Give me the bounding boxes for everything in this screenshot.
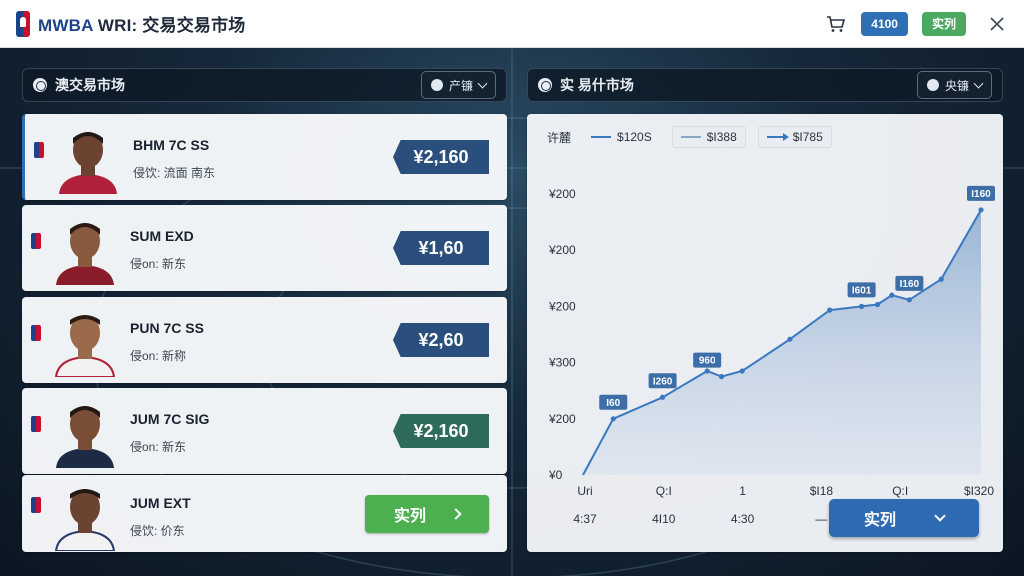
player-name: PUN 7C SS	[130, 320, 204, 336]
chevron-down-icon	[934, 510, 946, 522]
left-panel-header: 澳交易市场 产镰	[22, 68, 507, 102]
player-avatar	[50, 396, 120, 468]
basketball-icon	[538, 78, 552, 92]
player-avatar	[50, 305, 120, 377]
data-label: I601	[852, 285, 872, 296]
left-panel-title: 澳交易市场	[55, 77, 125, 93]
data-label: I160	[971, 189, 991, 200]
data-point	[874, 301, 881, 308]
left-filter-label: 产镰	[448, 78, 473, 93]
player-name: JUM 7C SIG	[130, 411, 210, 427]
player-name: SUM EXD	[130, 228, 194, 244]
close-icon[interactable]	[986, 13, 1008, 35]
right-panel-header: 实 易什市场 央镰	[527, 68, 1003, 102]
right-filter-label: 央镰	[944, 78, 969, 93]
x-tick-label: $I320	[964, 484, 994, 498]
player-name: JUM EXT	[130, 495, 191, 511]
price-tag[interactable]: ¥2,160	[393, 414, 489, 448]
data-point	[827, 307, 833, 313]
y-tick-label: ¥300	[548, 356, 576, 370]
player-card[interactable]: JUM EXT 侵饮: 价东 实列	[22, 475, 507, 552]
player-avatar	[50, 213, 120, 285]
x-tick-label: 4:37	[573, 512, 597, 526]
y-tick-label: ¥200	[548, 299, 576, 313]
basketball-icon	[33, 78, 47, 92]
right-filter-dropdown[interactable]: 央镰	[916, 71, 992, 99]
player-name: BHM 7C SS	[133, 137, 210, 153]
team-logo-icon	[34, 142, 44, 158]
buy-button[interactable]: 实列	[365, 495, 489, 533]
cart-icon[interactable]	[825, 13, 847, 35]
data-label: I260	[653, 376, 673, 387]
data-point	[978, 207, 984, 213]
player-card[interactable]: JUM 7C SIG 侵on: 新东 ¥2,160	[22, 388, 507, 474]
price-tag[interactable]: ¥2,160	[393, 140, 489, 174]
price-tag[interactable]: ¥1,60	[393, 231, 489, 265]
team-logo-icon	[31, 325, 41, 341]
data-point	[938, 276, 944, 282]
player-avatar	[53, 122, 123, 194]
x-tick-label: 4:30	[731, 512, 755, 526]
data-point	[889, 292, 895, 298]
series-area	[583, 209, 981, 475]
price-tag[interactable]: ¥2,60	[393, 323, 489, 357]
data-point	[610, 416, 616, 422]
data-point	[906, 297, 912, 303]
data-label: I160	[900, 279, 920, 290]
y-tick-label: ¥0	[548, 468, 563, 482]
header-action-button[interactable]: 实列	[921, 11, 966, 36]
market-action-label: 实列	[863, 512, 896, 529]
app-title: MWBA WRI: 交易交易市场	[38, 11, 246, 36]
y-tick-label: ¥200	[548, 243, 576, 257]
right-panel-title: 实 易什市场	[560, 77, 634, 93]
team-logo-icon	[31, 233, 41, 249]
team-logo-icon	[31, 497, 41, 513]
x-tick-label: —	[815, 512, 827, 526]
y-tick-label: ¥200	[548, 412, 576, 426]
x-tick-label: Uri	[577, 484, 592, 498]
market-action-button[interactable]: 实列	[829, 499, 979, 537]
team-logo-icon	[31, 416, 41, 432]
data-point	[739, 368, 745, 374]
y-tick-label: ¥200	[548, 187, 576, 201]
player-avatar	[50, 479, 120, 551]
x-tick-label: 4I10	[652, 512, 676, 526]
app-title-text: WRI: 交易交易市场	[92, 16, 246, 35]
player-subtitle: 侵on: 新称	[130, 349, 187, 363]
chevron-down-icon	[973, 78, 984, 89]
price-line-chart: ¥200 ¥200 ¥200 ¥300 ¥200 ¥0 Uri Q:I 1 $I18 Q:I $I32…	[548, 185, 995, 526]
x-tick-label: 1	[739, 484, 746, 498]
player-subtitle: 侵on: 新东	[130, 440, 187, 454]
data-label: I60	[606, 398, 620, 409]
player-subtitle: 侵饮: 流面 南东	[133, 166, 216, 180]
data-point	[859, 303, 865, 309]
chevron-right-icon	[450, 508, 462, 520]
player-card[interactable]: SUM EXD 侵on: 新东 ¥1,60	[22, 205, 507, 291]
globe-icon	[926, 79, 939, 91]
chevron-down-icon	[477, 78, 488, 89]
player-subtitle: 侵饮: 价东	[130, 524, 185, 538]
data-label: 960	[699, 356, 716, 367]
player-subtitle: 侵on: 新东	[130, 257, 187, 271]
buy-button-label: 实列	[393, 508, 426, 525]
left-filter-dropdown[interactable]: 产镰	[420, 71, 496, 99]
data-point	[787, 336, 793, 342]
globe-icon	[430, 79, 443, 91]
x-tick-label: Q:I	[656, 484, 672, 498]
nba-logo-icon	[16, 10, 30, 37]
top-bar: MWBA WRI: 交易交易市场 4100 实列	[0, 0, 1024, 48]
data-point	[660, 394, 666, 400]
points-badge[interactable]: 4100	[861, 11, 908, 36]
player-card[interactable]: PUN 7C SS 侵on: 新称 ¥2,60	[22, 297, 507, 383]
data-point	[704, 368, 710, 374]
x-tick-label: Q:I	[892, 484, 908, 498]
app-brand: MWBA	[38, 16, 93, 35]
price-chart-panel: 许麓 $120S $I388 $I785 ¥200 ¥200 ¥200 ¥300 ¥20…	[527, 114, 1003, 552]
x-tick-label: $I18	[810, 484, 834, 498]
player-card[interactable]: BHM 7C SS 侵饮: 流面 南东 ¥2,160	[22, 114, 507, 200]
data-point	[718, 374, 725, 380]
